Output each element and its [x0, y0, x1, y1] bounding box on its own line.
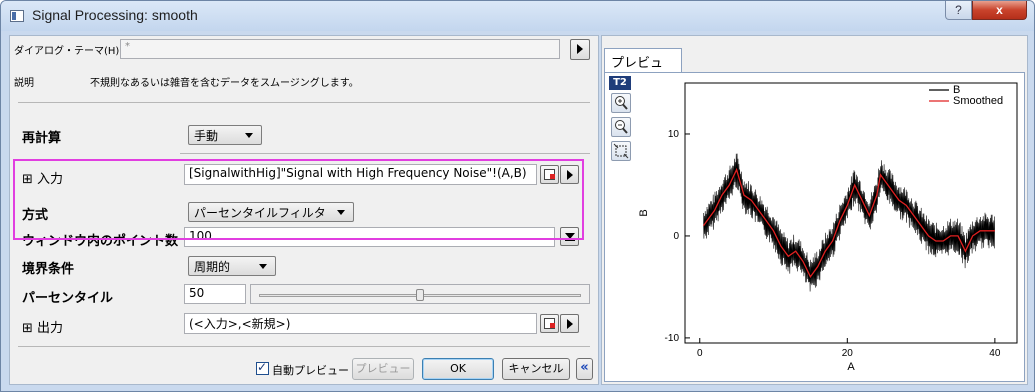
x-tick-label: 40	[989, 348, 1001, 359]
auto-preview-checkbox[interactable]: ✓	[256, 360, 269, 375]
recalculate-label: 再計算	[22, 131, 62, 146]
x-tick-label: 20	[842, 348, 854, 359]
dialog-theme-label: ダイアログ・テーマ(H)	[14, 46, 120, 57]
divider	[18, 346, 590, 347]
plot-frame	[684, 82, 1018, 344]
highlight-frame	[13, 159, 584, 240]
boundary-label: 境界条件	[22, 262, 75, 277]
checkmark-icon: ✓	[257, 360, 268, 374]
y-axis-label: B	[638, 209, 650, 216]
divider	[180, 153, 590, 154]
select-range-icon	[544, 318, 555, 329]
boundary-value: 周期的	[194, 260, 231, 274]
x-tick-label: 0	[697, 348, 703, 359]
description-label: 説明	[14, 78, 34, 89]
percentile-input[interactable]: 50	[184, 284, 246, 304]
theme-menu-button[interactable]	[570, 39, 590, 60]
legend-label: Smoothed	[953, 95, 1003, 107]
collapse-button[interactable]: «	[576, 358, 593, 380]
recalculate-value: 手動	[194, 129, 219, 143]
underline-mark	[565, 240, 575, 241]
cancel-button[interactable]: キャンセル	[502, 358, 570, 380]
select-output-button[interactable]	[540, 314, 559, 333]
preview-pane: プレビュー T2 02040-10010ABBSmoothed	[601, 35, 1028, 385]
percentile-slider[interactable]	[250, 284, 590, 304]
dialog-window: Signal Processing: smooth ? x ダイアログ・テーマ(…	[0, 0, 1035, 392]
output-range-field[interactable]: (<入力>,<新規>)	[184, 313, 537, 334]
tab-preview[interactable]: プレビュー	[604, 48, 682, 90]
help-button[interactable]: ?	[945, 1, 972, 20]
arrow-right-icon	[577, 44, 583, 54]
ok-button[interactable]: OK	[422, 358, 494, 380]
window-title: Signal Processing: smooth	[32, 7, 198, 23]
y-tick-label: 10	[668, 129, 680, 140]
chevron-down-icon	[245, 133, 253, 138]
preview-chart: 0 20 40-10010ABBSmoothed	[638, 82, 1018, 373]
recalculate-dropdown[interactable]: 手動	[188, 125, 262, 145]
divider	[18, 102, 590, 103]
preview-frame: T2 0 20 40 -10 0 10 A B B Smoothed	[604, 72, 1025, 382]
output-menu-button[interactable]	[560, 314, 579, 333]
arrow-right-icon	[567, 319, 573, 329]
title-bar[interactable]: Signal Processing: smooth ? x	[1, 1, 1034, 31]
y-tick-label: 0	[673, 231, 679, 242]
app-icon	[10, 10, 24, 22]
description-text: 不規則なあるいは雑音を含むデータをスムージングします。	[90, 78, 359, 89]
series-b-line	[703, 153, 995, 292]
output-label: ⊞ 出力	[22, 321, 64, 336]
chevron-down-icon	[259, 264, 267, 269]
red-marker	[550, 323, 555, 328]
preview-button[interactable]: プレビュー	[352, 358, 414, 380]
y-tick-label: -10	[665, 333, 680, 344]
dialog-theme-input[interactable]: *	[120, 39, 560, 59]
auto-preview-label: 自動プレビュー	[272, 364, 349, 377]
close-button[interactable]: x	[972, 1, 1027, 20]
percentile-label: パーセンタイル	[22, 291, 114, 306]
slider-thumb[interactable]	[416, 289, 424, 301]
boundary-dropdown[interactable]: 周期的	[188, 256, 276, 276]
x-axis-label: A	[847, 361, 855, 373]
